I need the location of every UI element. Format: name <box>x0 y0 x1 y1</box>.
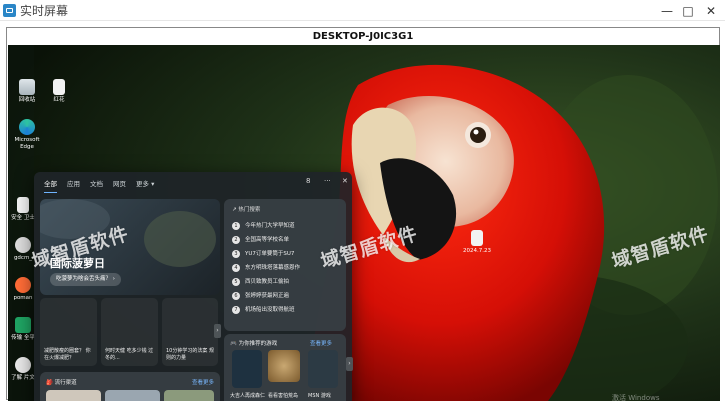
recycle-bin-icon[interactable]: 回收站 <box>14 79 40 104</box>
tab-apps[interactable]: 应用 <box>67 174 80 192</box>
file-icon[interactable]: 安全 卫士 <box>10 197 36 222</box>
monitor-icon <box>3 3 16 17</box>
hot-search-text: 全国高等学校名单 <box>245 237 290 243</box>
news-title: 何时天健 吃多少钱 过冬的... <box>105 348 154 361</box>
news-row: 减肥散瘦的圈套？ 你在火爆减肥？ 何时天健 吃多少钱 过冬的... 10分钟学习… <box>40 298 220 368</box>
game-thumbnail[interactable] <box>268 350 300 382</box>
remote-screen-frame: DESKTOP-J0IC3G1 回收站 红花 Microsoft Edge 安全… <box>6 27 720 401</box>
desktop-icon-label: gdcm_ <box>13 255 33 261</box>
game-label: MSN 游戏 <box>308 393 331 399</box>
chevron-right-icon[interactable]: › <box>346 357 353 371</box>
hot-search-item[interactable]: 4 东方明珠塔落幕感恩作 <box>232 263 300 272</box>
games-more-link[interactable]: 查看更多 <box>310 339 332 347</box>
desktop-icon-label: 回收站 <box>18 97 36 103</box>
app-icon[interactable]: 了解 片文 <box>10 357 36 382</box>
tab-all[interactable]: 全部 <box>44 174 57 193</box>
game-label: 看看害怕荒岛 <box>268 393 299 399</box>
hot-search-item[interactable]: 6 张婷婷获最网正遍 <box>232 291 289 300</box>
hot-search-text: 东方明珠塔落幕感恩作 <box>245 265 301 271</box>
hot-search-text: 今年热门大学早知道 <box>245 223 295 229</box>
app-icon[interactable]: poman <box>10 277 36 302</box>
close-button[interactable]: ✕ <box>697 0 725 21</box>
app-title: 实时屏幕 <box>20 3 69 18</box>
travel-more-link[interactable]: 查看更多 <box>192 378 214 386</box>
hot-search-text: 张婷婷获最网正遍 <box>245 293 290 299</box>
app-icon[interactable]: 传输 全平 <box>10 317 36 342</box>
close-widgets-button[interactable]: ✕ <box>342 177 348 185</box>
hot-search-heading: ↗ 热门搜索 <box>232 207 261 213</box>
news-card[interactable]: 何时天健 吃多少钱 过冬的... <box>101 298 158 366</box>
desktop-icon-label: poman <box>13 295 33 301</box>
food-image <box>46 390 101 401</box>
travel-card: 🎒 流行渠道 查看更多 <box>40 372 220 401</box>
news-card[interactable]: 10分钟学习的法案 规则的力量 <box>162 298 218 366</box>
widgets-panel: 全部 应用 文档 网页 更多 ▾ 8 ··· ✕ 国际菠萝日 吃菠萝为啥会舌头痛… <box>34 172 353 401</box>
hot-search-item[interactable]: 3 YU7订单要筒于SU7 <box>232 249 294 258</box>
news-card[interactable]: 减肥散瘦的圈套？ 你在火爆减肥？ <box>40 298 97 366</box>
app-titlebar: 实时屏幕 <box>0 0 725 21</box>
hot-search-item[interactable]: 2 全国高等学校名单 <box>232 235 289 244</box>
tab-docs[interactable]: 文档 <box>90 174 103 192</box>
desktop-icon-label: 2024.7.23 <box>463 248 491 254</box>
game-thumbnail[interactable] <box>308 350 338 388</box>
edge-icon[interactable]: Microsoft Edge <box>14 119 40 151</box>
game-label: 大吉人再成森仁 <box>230 393 266 399</box>
desktop-icon-label: 安全 卫士 <box>11 215 35 221</box>
count-badge: 8 <box>306 177 311 185</box>
news-title: 10分钟学习的法案 规则的力量 <box>166 348 214 361</box>
file-icon[interactable]: 红花 <box>46 79 72 104</box>
file-icon[interactable]: 2024.7.23 <box>462 230 492 255</box>
remote-desktop[interactable]: 回收站 红花 Microsoft Edge 安全 卫士 gdcm_ poman … <box>8 45 720 401</box>
games-title: 🎮 为你推荐的游戏 <box>230 341 278 347</box>
tab-web[interactable]: 网页 <box>113 174 126 192</box>
hot-search-item[interactable]: 1 今年热门大学早知道 <box>232 221 295 230</box>
chevron-right-icon[interactable]: › <box>214 324 221 338</box>
hot-search-text: 机场船出没取得航班 <box>245 307 295 313</box>
tab-more[interactable]: 更多 ▾ <box>136 174 154 192</box>
desktop-icon-label: 了解 片文 <box>11 375 35 381</box>
hot-search-item[interactable]: 5 西贝致教员工偷拍 <box>232 277 289 286</box>
travel-image <box>164 390 214 401</box>
news-title: 减肥散瘦的圈套？ 你在火爆减肥？ <box>44 348 91 361</box>
desktop-icon-label: 传输 全平 <box>11 335 35 341</box>
hot-search-text: 西贝致教员工偷拍 <box>245 279 290 285</box>
desktop-icon-label: Microsoft Edge <box>14 137 40 150</box>
travel-image <box>105 390 160 401</box>
desktop-icon-label: 红花 <box>53 97 65 103</box>
widgets-tabs: 全部 应用 文档 网页 更多 ▾ <box>34 172 352 194</box>
hero-button[interactable]: 吃菠萝为啥会舌头痛？ › <box>50 273 121 286</box>
hot-search-item[interactable]: 7 机场船出没取得航班 <box>232 305 295 314</box>
game-thumbnail[interactable] <box>232 350 262 388</box>
games-card: 🎮 为你推荐的游戏 查看更多 大吉人再成森仁 看看害怕荒岛 MSN 游戏 <box>224 334 346 401</box>
travel-title: 🎒 流行渠道 <box>46 380 77 386</box>
remote-host-name: DESKTOP-J0IC3G1 <box>312 31 414 42</box>
more-options-button[interactable]: ··· <box>324 177 331 185</box>
hot-search-text: YU7订单要筒于SU7 <box>245 251 295 257</box>
